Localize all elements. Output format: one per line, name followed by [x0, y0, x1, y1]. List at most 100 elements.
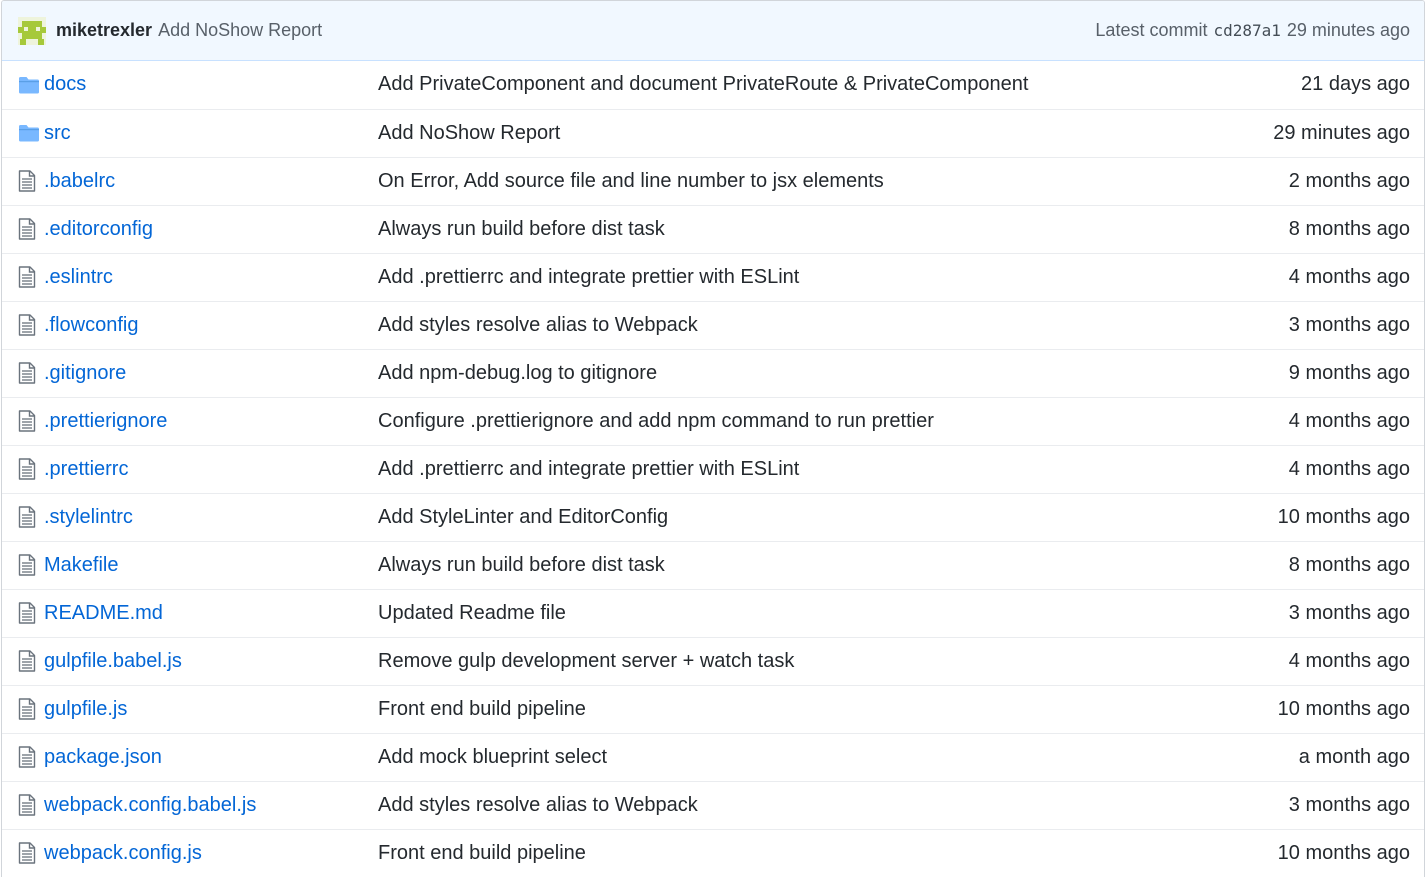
age-cell: 2 months ago	[1227, 157, 1424, 205]
commit-message-cell: Configure .prettierignore and add npm co…	[378, 397, 1227, 445]
file-commit-message[interactable]: Remove gulp development server + watch t…	[378, 650, 794, 672]
commit-message-cell: Add StyleLinter and EditorConfig	[378, 493, 1227, 541]
file-age: 3 months ago	[1288, 601, 1410, 624]
file-link[interactable]: Makefile	[44, 554, 118, 576]
file-link[interactable]: docs	[44, 73, 86, 95]
file-link[interactable]: package.json	[44, 746, 162, 768]
file-icon	[18, 650, 36, 672]
file-age: 3 months ago	[1288, 793, 1410, 816]
file-link[interactable]: webpack.config.babel.js	[44, 794, 256, 816]
file-commit-message[interactable]: On Error, Add source file and line numbe…	[378, 170, 884, 192]
file-commit-message[interactable]: Add PrivateComponent and document Privat…	[378, 73, 1028, 95]
file-link[interactable]: .flowconfig	[44, 314, 139, 336]
age-cell: 9 months ago	[1227, 349, 1424, 397]
age-cell: 8 months ago	[1227, 541, 1424, 589]
file-link[interactable]: .prettierrc	[44, 458, 128, 480]
name-cell: src	[44, 109, 378, 157]
age-cell: 8 months ago	[1227, 205, 1424, 253]
icon-cell	[2, 493, 44, 541]
age-cell: 29 minutes ago	[1227, 109, 1424, 157]
commit-message-cell: Add PrivateComponent and document Privat…	[378, 61, 1227, 109]
name-cell: .flowconfig	[44, 301, 378, 349]
icon-cell	[2, 61, 44, 109]
file-link[interactable]: gulpfile.js	[44, 698, 127, 720]
file-list: docs Add PrivateComponent and document P…	[2, 61, 1424, 877]
commit-tease: miketrexler Add NoShow Report Latest com…	[2, 1, 1424, 61]
commit-message-cell: Add npm-debug.log to gitignore	[378, 349, 1227, 397]
file-commit-message[interactable]: Configure .prettierignore and add npm co…	[378, 410, 934, 432]
name-cell: docs	[44, 61, 378, 109]
file-link[interactable]: README.md	[44, 602, 163, 624]
file-icon	[18, 506, 36, 528]
name-cell: Makefile	[44, 541, 378, 589]
file-age: 10 months ago	[1277, 505, 1410, 528]
file-commit-message[interactable]: Add .prettierrc and integrate prettier w…	[378, 458, 799, 480]
file-age: 10 months ago	[1277, 697, 1410, 720]
file-commit-message[interactable]: Always run build before dist task	[378, 218, 665, 240]
file-commit-message[interactable]: Updated Readme file	[378, 602, 566, 624]
file-row: .flowconfig Add styles resolve alias to …	[2, 301, 1424, 349]
file-link[interactable]: src	[44, 122, 71, 144]
commit-author[interactable]: miketrexler	[56, 20, 152, 41]
file-commit-message[interactable]: Add mock blueprint select	[378, 746, 607, 768]
name-cell: webpack.config.babel.js	[44, 781, 378, 829]
file-row: gulpfile.js Front end build pipeline 10 …	[2, 685, 1424, 733]
folder-icon	[19, 125, 39, 142]
commit-message-cell: Add .prettierrc and integrate prettier w…	[378, 445, 1227, 493]
file-age: 9 months ago	[1288, 361, 1410, 384]
age-cell: 4 months ago	[1227, 445, 1424, 493]
file-commit-message[interactable]: Add npm-debug.log to gitignore	[378, 362, 657, 384]
commit-message-cell: Always run build before dist task	[378, 205, 1227, 253]
file-commit-message[interactable]: Add NoShow Report	[378, 122, 560, 144]
file-age: 2 months ago	[1288, 169, 1410, 192]
file-commit-message[interactable]: Front end build pipeline	[378, 698, 586, 720]
file-icon	[18, 410, 36, 432]
file-icon	[18, 698, 36, 720]
file-age: a month ago	[1298, 745, 1410, 768]
commit-sha[interactable]: cd287a1	[1213, 21, 1280, 40]
file-icon	[18, 266, 36, 288]
commit-message-cell: Add mock blueprint select	[378, 733, 1227, 781]
file-commit-message[interactable]: Add StyleLinter and EditorConfig	[378, 506, 668, 528]
name-cell: gulpfile.js	[44, 685, 378, 733]
file-row: .editorconfig Always run build before di…	[2, 205, 1424, 253]
file-icon	[18, 362, 36, 384]
name-cell: .prettierrc	[44, 445, 378, 493]
age-cell: 10 months ago	[1227, 685, 1424, 733]
commit-message-cell: Front end build pipeline	[378, 829, 1227, 877]
file-link[interactable]: .babelrc	[44, 170, 115, 192]
name-cell: .editorconfig	[44, 205, 378, 253]
file-commit-message[interactable]: Add styles resolve alias to Webpack	[378, 314, 698, 336]
file-link[interactable]: .gitignore	[44, 362, 126, 384]
commit-message[interactable]: Add NoShow Report	[158, 20, 322, 41]
file-link[interactable]: .eslintrc	[44, 266, 113, 288]
icon-cell	[2, 109, 44, 157]
name-cell: .eslintrc	[44, 253, 378, 301]
name-cell: .gitignore	[44, 349, 378, 397]
icon-cell	[2, 733, 44, 781]
commit-message-cell: Add NoShow Report	[378, 109, 1227, 157]
file-row: Makefile Always run build before dist ta…	[2, 541, 1424, 589]
latest-commit: Latest commit cd287a1 29 minutes ago	[1095, 20, 1410, 41]
file-commit-message[interactable]: Add styles resolve alias to Webpack	[378, 794, 698, 816]
age-cell: 21 days ago	[1227, 61, 1424, 109]
name-cell: README.md	[44, 589, 378, 637]
name-cell: .babelrc	[44, 157, 378, 205]
file-age: 8 months ago	[1288, 553, 1410, 576]
icon-cell	[2, 301, 44, 349]
file-commit-message[interactable]: Always run build before dist task	[378, 554, 665, 576]
file-link[interactable]: .prettierignore	[44, 410, 167, 432]
file-link[interactable]: .editorconfig	[44, 218, 153, 240]
age-cell: 4 months ago	[1227, 397, 1424, 445]
file-link[interactable]: webpack.config.js	[44, 842, 202, 864]
file-row: .eslintrc Add .prettierrc and integrate …	[2, 253, 1424, 301]
commit-age: 29 minutes ago	[1286, 20, 1410, 40]
age-cell: 10 months ago	[1227, 493, 1424, 541]
icon-cell	[2, 541, 44, 589]
file-link[interactable]: gulpfile.babel.js	[44, 650, 182, 672]
file-age: 4 months ago	[1288, 265, 1410, 288]
file-link[interactable]: .stylelintrc	[44, 506, 133, 528]
file-commit-message[interactable]: Front end build pipeline	[378, 842, 586, 864]
author-avatar[interactable]	[18, 16, 46, 45]
file-commit-message[interactable]: Add .prettierrc and integrate prettier w…	[378, 266, 799, 288]
